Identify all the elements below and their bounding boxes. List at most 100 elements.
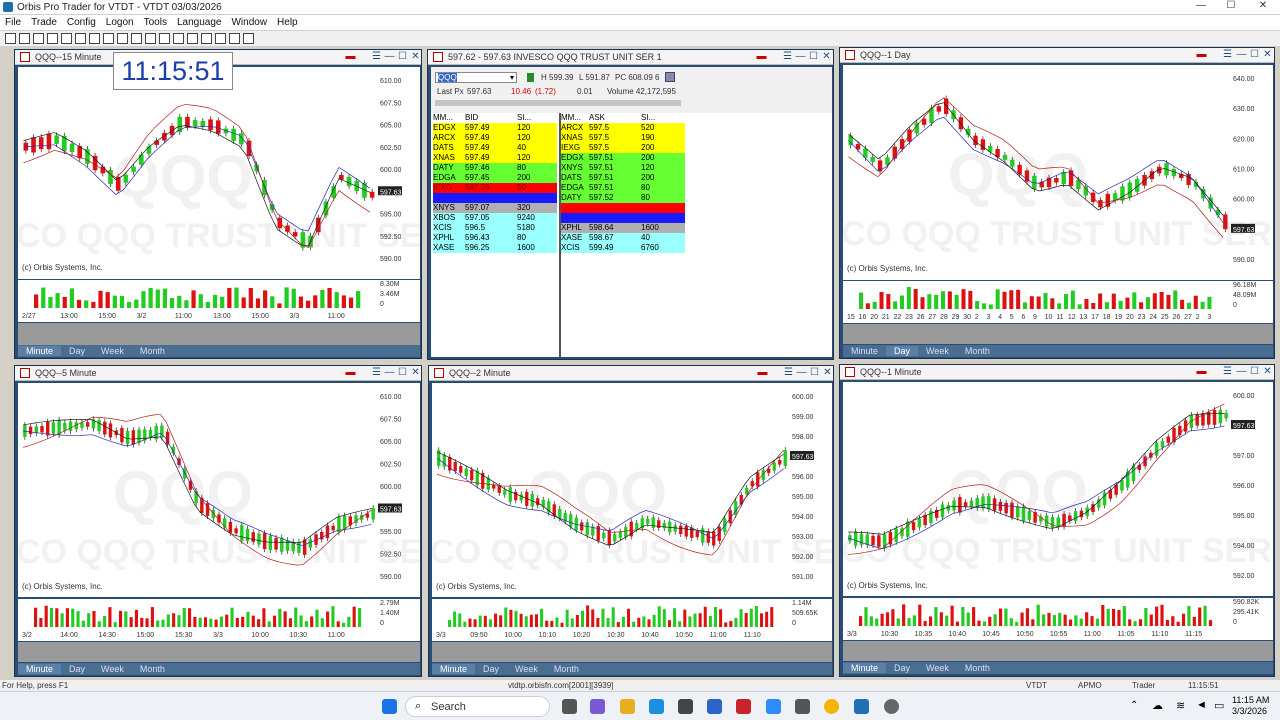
book-row[interactable]: EDGA 597.51 80 [561, 183, 685, 193]
book-row[interactable]: DATS 597.51 200 [561, 173, 685, 183]
tab-month[interactable]: Month [957, 346, 998, 356]
price-chart[interactable]: QQQ CO QQQ TRUST UNIT SER 1 610.00607.50… [18, 67, 420, 279]
chart-window-15-minute[interactable]: QQQ--15 Minute ▬ ☰ — ☐ ✕ QQQ CO QQQ TRUS… [14, 49, 422, 359]
menu-trade[interactable]: Trade [26, 17, 62, 28]
wifi-icon[interactable]: ≋ [1176, 699, 1185, 712]
tab-minute[interactable]: Minute [18, 664, 62, 674]
book-row[interactable]: DATS 597.49 40 [433, 143, 557, 153]
tab-week[interactable]: Week [507, 664, 546, 674]
detach-icon[interactable]: ▬ [756, 51, 767, 62]
store-icon[interactable] [678, 699, 693, 714]
tab-day[interactable]: Day [475, 664, 507, 674]
settings-icon[interactable]: ☰ [783, 367, 794, 378]
navigator[interactable] [18, 642, 420, 662]
detach-icon[interactable]: ▬ [345, 367, 356, 378]
navigator[interactable] [432, 642, 832, 662]
book-row[interactable]: EDGA 597.45 200 [433, 173, 557, 183]
task-view-icon[interactable] [562, 699, 577, 714]
tool-6-icon[interactable] [75, 33, 86, 44]
tab-day[interactable]: Day [61, 346, 93, 356]
maximize-icon[interactable]: ☐ [1249, 49, 1260, 60]
minimize-icon[interactable]: — [1186, 0, 1216, 14]
tray-time[interactable]: 11:15 AM [1232, 695, 1269, 705]
chart-window-1-day[interactable]: QQQ--1 Day ▬ ☰ — ☐ ✕ QQQ CO QQQ TRUST UN… [839, 47, 1275, 359]
maximize-icon[interactable]: ☐ [809, 367, 820, 378]
symbol-input[interactable]: QQQ ▾ [435, 72, 517, 83]
book-row[interactable]: XPHL 596.43 80 [433, 233, 557, 243]
tool-3-icon[interactable] [33, 33, 44, 44]
app-icon-1[interactable] [707, 699, 722, 714]
tab-month[interactable]: Month [546, 664, 587, 674]
tool-7-icon[interactable] [89, 33, 100, 44]
tool-1-icon[interactable] [5, 33, 16, 44]
book-row[interactable]: EDGX 597.49 120 [433, 123, 557, 133]
book-row[interactable]: XCIS 599.49 6760 [561, 243, 685, 253]
chart-window-1-minute[interactable]: QQQ--1 Minute ▬ ☰ — ☐ ✕ QQQ CO QQQ TRUST… [839, 364, 1275, 677]
col-size[interactable]: SI... [641, 113, 681, 123]
price-chart[interactable]: QQQ CO QQQ TRUST UNIT SER 1 600.00599.00… [432, 383, 832, 597]
book-row[interactable]: XASE 596.25 1600 [433, 243, 557, 253]
book-row[interactable]: XNAS 597.5 190 [561, 133, 685, 143]
edge-icon[interactable] [649, 699, 664, 714]
minimize-icon[interactable]: — [1236, 49, 1247, 60]
settings-icon[interactable]: ☰ [1222, 49, 1233, 60]
tool-9-icon[interactable] [117, 33, 128, 44]
tab-minute[interactable]: Minute [18, 346, 62, 356]
tool-5-icon[interactable] [61, 33, 72, 44]
close-icon[interactable]: ✕ [821, 51, 832, 62]
tab-day[interactable]: Day [886, 663, 918, 673]
detach-icon[interactable]: ▬ [345, 51, 356, 62]
book-row[interactable]: XBOS 597.05 9240 [433, 213, 557, 223]
menu-language[interactable]: Language [172, 17, 227, 28]
tool-15-icon[interactable] [201, 33, 212, 44]
chart-window-5-minute[interactable]: QQQ--5 Minute ▬ ☰ — ☐ ✕ QQQ CO QQQ TRUST… [14, 365, 422, 677]
book-row[interactable] [561, 203, 685, 213]
window-header[interactable]: 597.62 - 597.63 INVESCO QQQ TRUST UNIT S… [428, 50, 833, 65]
tab-week[interactable]: Week [93, 346, 132, 356]
book-row[interactable]: ARCX 597.49 120 [433, 133, 557, 143]
menu-help[interactable]: Help [272, 17, 303, 28]
zoom-icon[interactable] [766, 699, 781, 714]
tool-14-icon[interactable] [187, 33, 198, 44]
book-row[interactable]: DATY 597.46 80 [433, 163, 557, 173]
tab-week[interactable]: Week [918, 346, 957, 356]
col-mm[interactable]: MM... [561, 113, 589, 123]
book-row[interactable]: ARCX 597.5 520 [561, 123, 685, 133]
navigator[interactable] [843, 641, 1273, 661]
file-explorer-icon[interactable] [620, 699, 635, 714]
search-box[interactable]: ⌕ Search [405, 696, 550, 717]
tool-16-icon[interactable] [215, 33, 226, 44]
close-icon[interactable]: ✕ [1248, 0, 1278, 14]
maximize-icon[interactable]: ☐ [397, 51, 408, 62]
tool-2-icon[interactable] [19, 33, 30, 44]
close-icon[interactable]: ✕ [1262, 49, 1273, 60]
maximize-icon[interactable]: ☐ [1249, 366, 1260, 377]
tab-month[interactable]: Month [132, 664, 173, 674]
battery-icon[interactable]: ▭ [1214, 699, 1224, 712]
detach-icon[interactable]: ▬ [757, 367, 768, 378]
book-row[interactable] [561, 213, 685, 223]
volume-icon[interactable]: ◄ [1196, 699, 1207, 711]
book-row[interactable]: IEXG 597.5 200 [561, 143, 685, 153]
col-ask[interactable]: ASK [589, 113, 641, 123]
menu-config[interactable]: Config [62, 17, 101, 28]
tab-week[interactable]: Week [918, 663, 957, 673]
menu-tools[interactable]: Tools [139, 17, 172, 28]
close-icon[interactable]: ✕ [410, 51, 421, 62]
settings-icon[interactable]: ☰ [782, 51, 793, 62]
price-chart[interactable]: QQQ CO QQQ TRUST UNIT SER 1 610.00607.50… [18, 383, 420, 597]
tool-4-icon[interactable] [47, 33, 58, 44]
book-row[interactable]: EDGX 597.51 200 [561, 153, 685, 163]
col-bid[interactable]: BID [465, 113, 517, 123]
close-icon[interactable]: ✕ [822, 367, 833, 378]
chevron-up-icon[interactable]: ⌃ [1130, 700, 1138, 711]
chart-window-2-minute[interactable]: QQQ--2 Minute ▬ ☰ — ☐ ✕ QQQ CO QQQ TRUST… [428, 365, 834, 677]
close-icon[interactable]: ✕ [410, 367, 421, 378]
window-header[interactable]: QQQ--1 Day ▬ ☰ — ☐ ✕ [840, 48, 1274, 63]
book-row[interactable]: XNAS 597.49 120 [433, 153, 557, 163]
tab-week[interactable]: Week [93, 664, 132, 674]
book-row[interactable]: XPHL 598.64 1600 [561, 223, 685, 233]
maximize-icon[interactable]: ☐ [808, 51, 819, 62]
menu-logon[interactable]: Logon [101, 17, 139, 28]
window-header[interactable]: QQQ--5 Minute ▬ ☰ — ☐ ✕ [15, 366, 421, 381]
